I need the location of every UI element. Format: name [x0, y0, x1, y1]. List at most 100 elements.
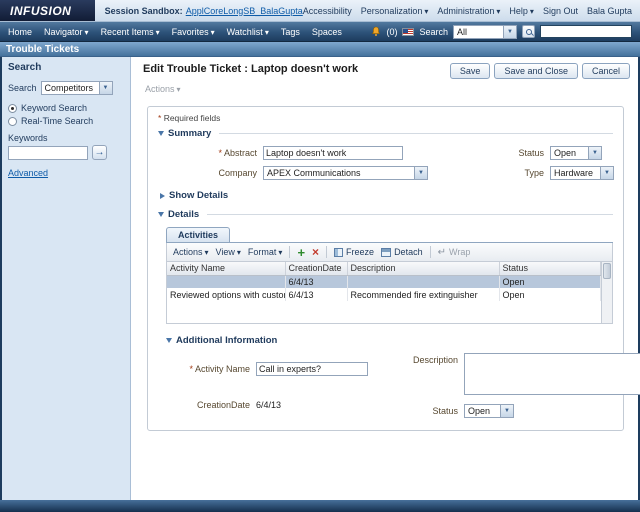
abstract-input[interactable]: [263, 146, 403, 160]
global-search-input[interactable]: [540, 25, 632, 38]
nav-item-recent-items[interactable]: Recent Items: [101, 27, 160, 37]
tab-activities[interactable]: Activities: [166, 227, 230, 242]
table-actions-menu[interactable]: Actions: [173, 247, 209, 257]
realtime-search-radio-label: Real-Time Search: [21, 116, 93, 126]
realtime-search-radio[interactable]: [8, 117, 17, 126]
nav-item-tags[interactable]: Tags: [281, 27, 300, 37]
cell-creation-date: 6/4/13: [285, 288, 347, 301]
table-header-row: Activity Name CreationDate Description S…: [167, 262, 601, 275]
nav-right-cluster: (0) Search All: [371, 25, 632, 39]
type-select[interactable]: Hardware: [550, 166, 614, 180]
description-label: Description: [400, 353, 458, 365]
saved-search-row: Search Competitors: [8, 81, 124, 95]
personalization-menu[interactable]: Personalization: [361, 6, 429, 16]
locale-flag-icon[interactable]: [402, 28, 414, 36]
nav-item-favorites[interactable]: Favorites: [172, 27, 215, 37]
creation-date-label: CreationDate: [168, 400, 250, 410]
activity-name-label-text: Activity Name: [195, 364, 250, 374]
activity-name-input[interactable]: [256, 362, 368, 376]
add-activity-button[interactable]: +: [297, 248, 305, 257]
advanced-search-link[interactable]: Advanced: [8, 168, 48, 178]
company-value: APEX Communications: [264, 167, 414, 179]
summary-section-header[interactable]: Summary: [158, 128, 613, 139]
additional-info-header[interactable]: Additional Information: [166, 335, 613, 346]
page-title: Edit Trouble Ticket : Laptop doesn't wor…: [143, 63, 358, 75]
required-note-text: Required fields: [164, 113, 221, 123]
nav-item-spaces[interactable]: Spaces: [312, 27, 342, 37]
nav-item-watchlist[interactable]: Watchlist: [227, 27, 269, 37]
saved-search-select[interactable]: Competitors: [41, 81, 113, 95]
show-details-toggle[interactable]: Show Details: [160, 190, 613, 201]
details-content: Activities Actions View Format + × Freez…: [166, 227, 613, 418]
company-select[interactable]: APEX Communications: [263, 166, 428, 180]
cell-description: [347, 275, 499, 288]
cell-activity-name: Reviewed options with customer: [167, 288, 285, 301]
toolbar-separator: [289, 246, 290, 258]
detach-icon: [381, 248, 391, 257]
search-scope-select[interactable]: All: [453, 25, 517, 39]
activities-table-container: Activity Name CreationDate Description S…: [166, 262, 613, 324]
type-value: Hardware: [551, 167, 600, 179]
status-select[interactable]: Open: [550, 146, 602, 160]
table-vertical-scrollbar[interactable]: [601, 262, 612, 323]
dropdown-arrow-icon: [500, 405, 513, 417]
show-details-label: Show Details: [169, 190, 228, 201]
sign-out-link[interactable]: Sign Out: [543, 6, 578, 16]
wrap-button[interactable]: ↵ Wrap: [438, 247, 471, 257]
keyword-search-radio[interactable]: [8, 104, 17, 113]
additional-info-right: Description Status Open: [400, 353, 640, 418]
dropdown-arrow-icon: [503, 26, 516, 38]
column-header-description[interactable]: Description: [347, 262, 499, 275]
administration-menu[interactable]: Administration: [437, 6, 500, 16]
column-header-activity-name[interactable]: Activity Name: [167, 262, 285, 275]
cancel-button[interactable]: Cancel: [582, 63, 630, 79]
freeze-button[interactable]: Freeze: [334, 247, 374, 257]
keywords-input[interactable]: [8, 146, 88, 160]
scrollbar-thumb[interactable]: [603, 263, 611, 279]
table-row-selected[interactable]: 6/4/13 Open: [167, 275, 601, 288]
column-header-creation-date[interactable]: CreationDate: [285, 262, 347, 275]
context-title-bar: Trouble Tickets: [0, 42, 640, 57]
cell-creation-date: 6/4/13: [285, 275, 347, 288]
wrap-icon: ↵: [438, 248, 446, 257]
search-go-button[interactable]: [522, 25, 535, 38]
delete-icon: ×: [312, 248, 319, 257]
saved-search-label: Search: [8, 83, 37, 93]
search-scope-value: All: [454, 26, 503, 38]
column-header-status[interactable]: Status: [499, 262, 601, 275]
activity-status-value: Open: [465, 405, 500, 417]
page-actions-menu[interactable]: Actions: [131, 79, 638, 94]
cell-status: Open: [499, 288, 601, 301]
status-label: Status: [484, 148, 544, 158]
global-header: INFUSION Session Sandbox: ApplCoreLongSB…: [0, 0, 640, 22]
activity-status-select[interactable]: Open: [464, 404, 514, 418]
keyword-search-radio-label: Keyword Search: [21, 103, 87, 113]
application-window: INFUSION Session Sandbox: ApplCoreLongSB…: [0, 0, 640, 512]
description-textarea[interactable]: [464, 353, 640, 395]
notifications-bell-icon[interactable]: [371, 26, 381, 37]
dropdown-arrow-icon: [99, 82, 112, 94]
nav-item-home[interactable]: Home: [8, 27, 32, 37]
cell-status: Open: [499, 275, 601, 288]
detach-button[interactable]: Detach: [381, 247, 423, 257]
session-sandbox-link[interactable]: ApplCoreLongSB_BalaGupta: [186, 6, 303, 16]
activity-name-label: * Activity Name: [168, 364, 250, 374]
nav-item-navigator[interactable]: Navigator: [44, 27, 89, 37]
save-and-close-button[interactable]: Save and Close: [494, 63, 578, 79]
type-label: Type: [484, 168, 544, 178]
additional-info-title: Additional Information: [176, 335, 277, 346]
page-actions-menu-label: Actions: [145, 84, 181, 94]
content-region: Search Search Competitors Keyword Search…: [0, 57, 640, 500]
table-row[interactable]: Reviewed options with customer 6/4/13 Re…: [167, 288, 601, 301]
accessibility-link[interactable]: Accessibility: [303, 6, 352, 16]
global-links: Accessibility Personalization Administra…: [303, 6, 640, 16]
delete-activity-button[interactable]: ×: [312, 248, 319, 257]
table-view-menu[interactable]: View: [216, 247, 241, 257]
details-section-header[interactable]: Details: [158, 209, 613, 220]
keywords-go-button[interactable]: →: [92, 145, 107, 160]
edit-trouble-ticket-region: Edit Trouble Ticket : Laptop doesn't wor…: [131, 57, 638, 500]
save-button[interactable]: Save: [450, 63, 491, 79]
table-format-menu[interactable]: Format: [248, 247, 283, 257]
dropdown-arrow-icon: [588, 147, 601, 159]
help-menu[interactable]: Help: [509, 6, 534, 16]
